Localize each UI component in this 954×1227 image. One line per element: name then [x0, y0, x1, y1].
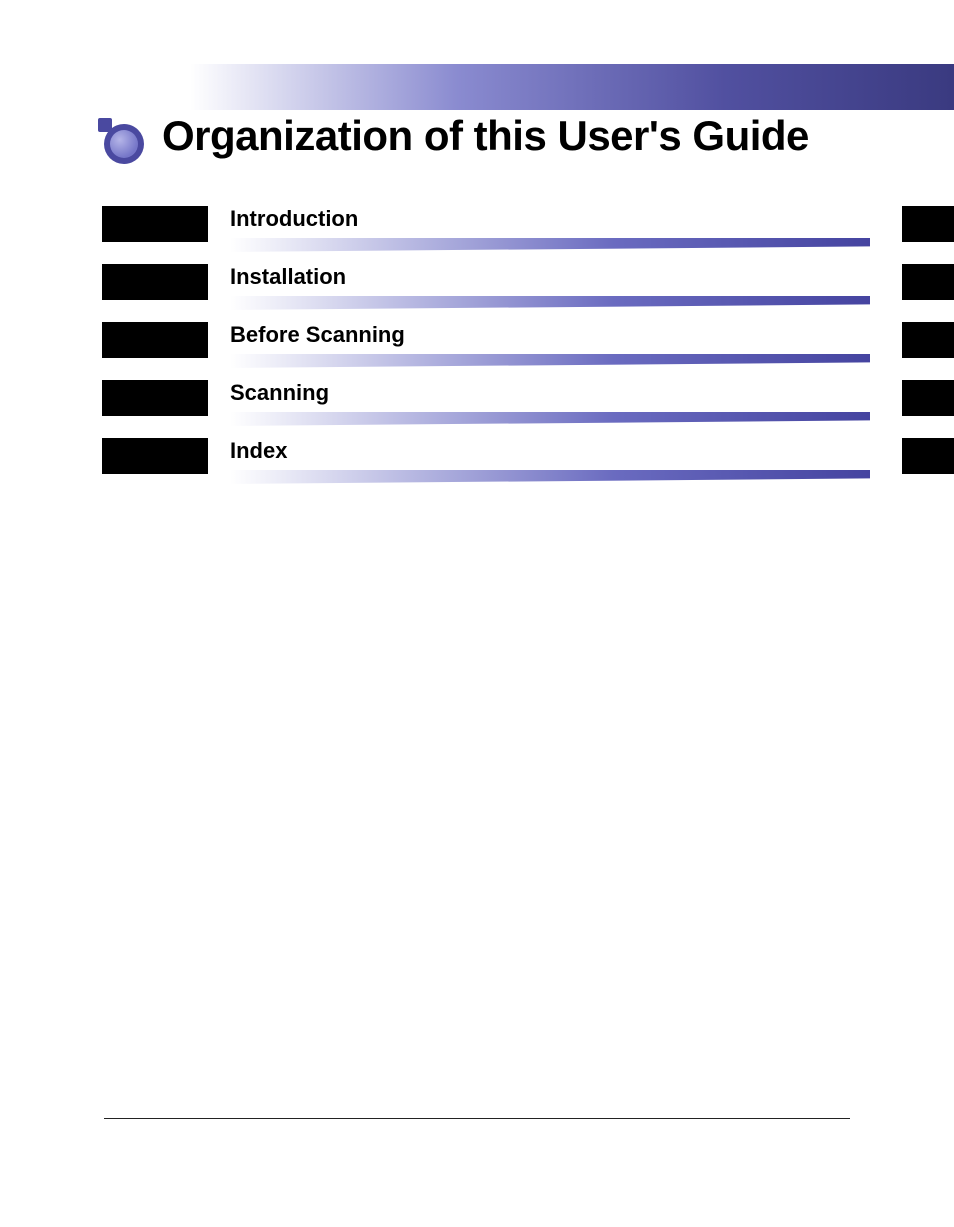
side-tabs [902, 200, 954, 490]
section-label: Introduction [230, 206, 358, 232]
section-label: Before Scanning [230, 322, 405, 348]
side-tab-scanning[interactable] [902, 374, 954, 432]
side-tab-installation[interactable] [902, 258, 954, 316]
section-left-bar [102, 206, 208, 242]
section-underline [230, 238, 870, 252]
section-underline [230, 354, 870, 368]
side-tab-introduction[interactable] [902, 200, 954, 258]
section-underline [230, 296, 870, 310]
section-underline [230, 470, 870, 484]
side-tab-before-scanning[interactable] [902, 316, 954, 374]
section-left-bar [102, 264, 208, 300]
bullet-icon [98, 118, 150, 170]
side-tab-index[interactable] [902, 432, 954, 490]
section-label: Installation [230, 264, 346, 290]
top-banner [190, 64, 954, 110]
sections-list: Introduction Installation Before Scannin… [102, 200, 870, 490]
section-left-bar [102, 438, 208, 474]
section-row-scanning[interactable]: Scanning [102, 374, 870, 432]
section-row-installation[interactable]: Installation [102, 258, 870, 316]
section-left-bar [102, 380, 208, 416]
section-label: Scanning [230, 380, 329, 406]
footer-line [104, 1118, 850, 1119]
section-left-bar [102, 322, 208, 358]
section-label: Index [230, 438, 287, 464]
section-row-index[interactable]: Index [102, 432, 870, 490]
section-row-introduction[interactable]: Introduction [102, 200, 870, 258]
section-row-before-scanning[interactable]: Before Scanning [102, 316, 870, 374]
page-title: Organization of this User's Guide [162, 112, 809, 160]
section-underline [230, 412, 870, 426]
